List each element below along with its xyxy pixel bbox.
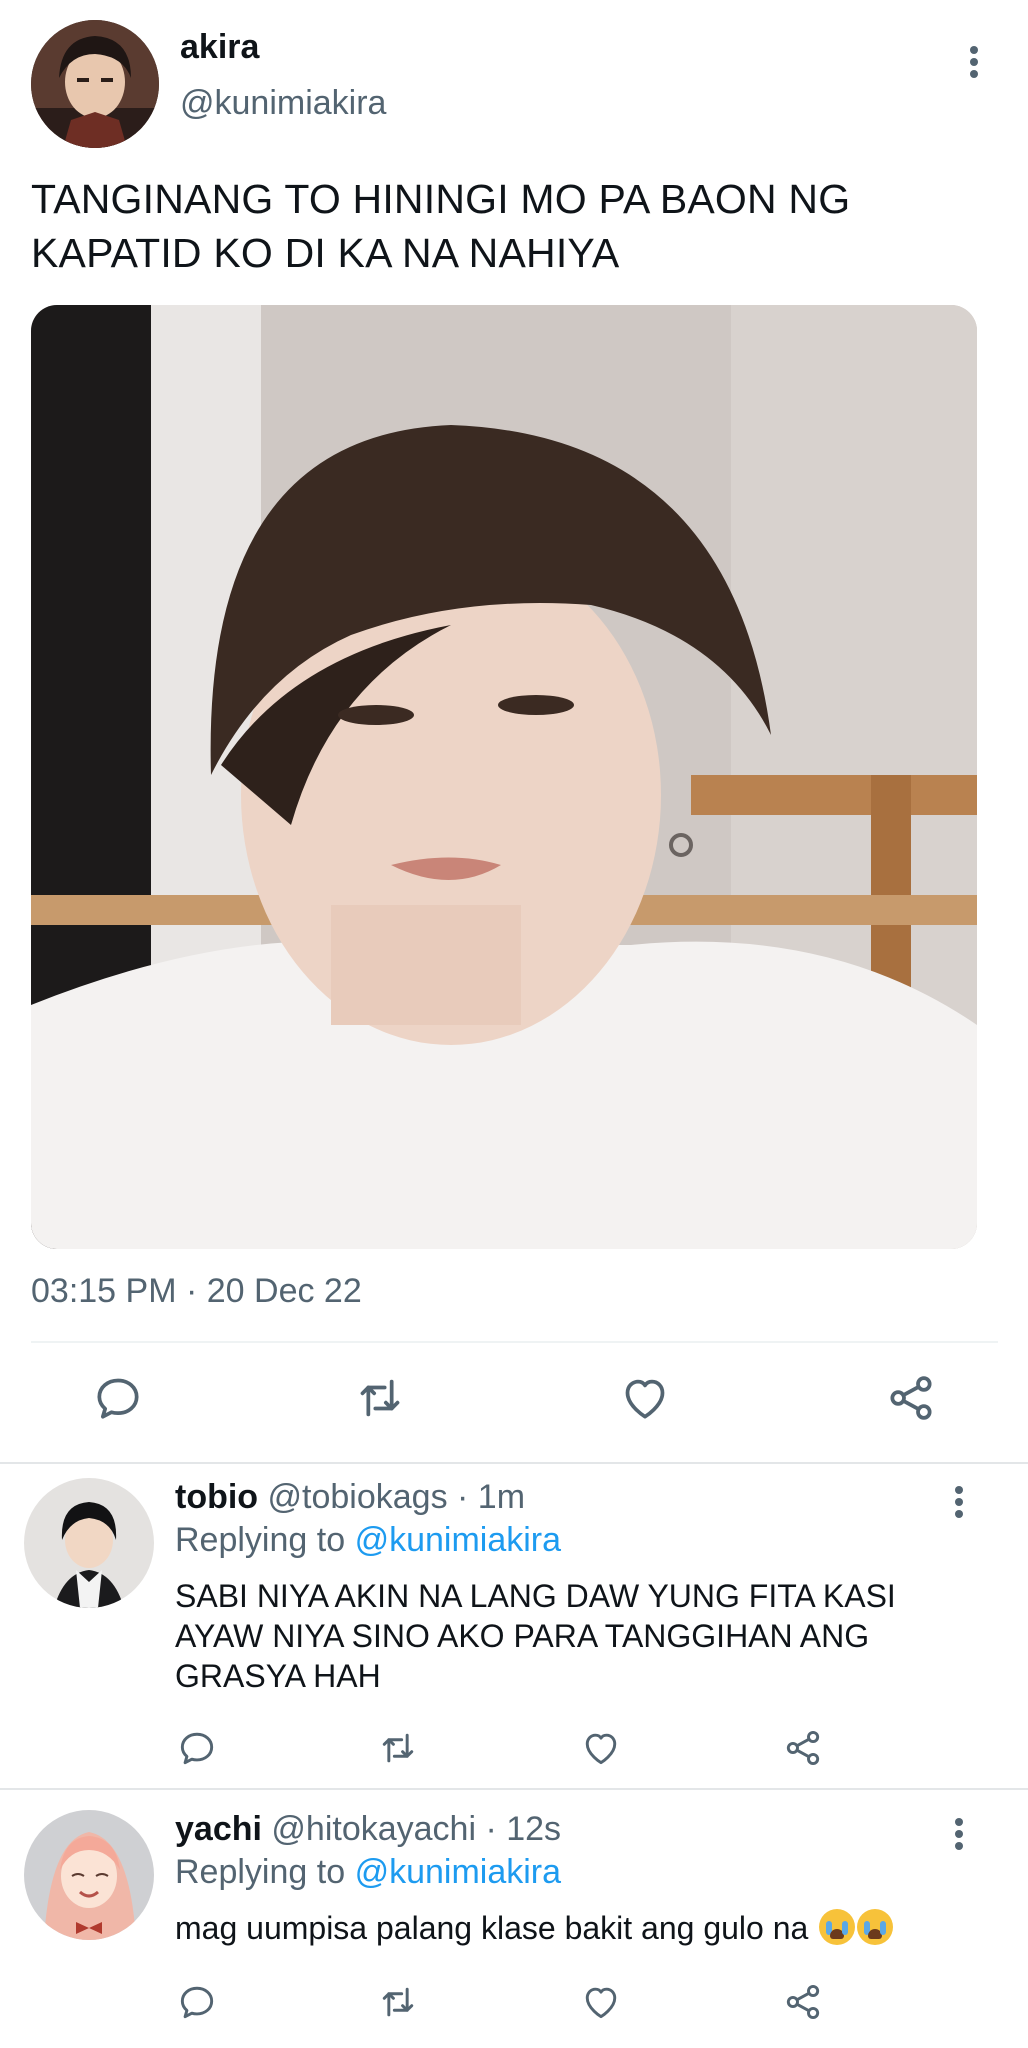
author-handle[interactable]: @kunimiakira <box>180 84 386 123</box>
author-name[interactable]: akira <box>180 28 259 67</box>
loudly-crying-face-emoji <box>857 1909 894 1945</box>
share-icon[interactable] <box>781 1726 825 1770</box>
retweet-icon[interactable] <box>352 1370 408 1426</box>
reply-icon[interactable] <box>175 1726 219 1770</box>
loudly-crying-face-emoji <box>819 1909 856 1945</box>
reply-action-bar <box>0 1980 1028 2026</box>
reply-tweet[interactable]: yachi @hitokayachi · 12s Replying to @ku… <box>0 1790 1028 2048</box>
share-icon[interactable] <box>781 1980 825 2024</box>
mention-link[interactable]: @kunimiakira <box>355 1521 561 1559</box>
tweet-thread-page: akira @kunimiakira TANGINANG TO HININGI … <box>0 0 1028 2048</box>
replying-to-line: Replying to @kunimiakira <box>175 1853 561 1892</box>
share-icon[interactable] <box>883 1370 939 1426</box>
more-options-icon[interactable] <box>952 1818 966 1850</box>
reply-header: yachi @hitokayachi · 12s <box>175 1810 561 1849</box>
reply-text: SABI NIYA AKIN NA LANG DAW YUNG FITA KAS… <box>175 1578 896 1694</box>
reply-handle-time: @hitokayachi · 12s <box>271 1810 562 1848</box>
reply-avatar[interactable] <box>24 1478 154 1608</box>
reply-text-container: mag uumpisa palang klase bakit ang gulo … <box>175 1908 975 1948</box>
retweet-icon[interactable] <box>376 1726 420 1770</box>
reply-author-name[interactable]: tobio <box>175 1478 258 1516</box>
reply-action-bar <box>0 1726 1028 1772</box>
main-tweet: akira @kunimiakira TANGINANG TO HININGI … <box>0 0 1028 1462</box>
reply-avatar[interactable] <box>24 1810 154 1940</box>
replying-to-label: Replying to <box>175 1521 346 1559</box>
like-icon[interactable] <box>579 1726 623 1770</box>
reply-header: tobio @tobiokags · 1m <box>175 1478 525 1517</box>
retweet-icon[interactable] <box>376 1980 420 2024</box>
reply-text: mag uumpisa palang klase bakit ang gulo … <box>175 1910 809 1946</box>
reply-handle-time: @tobiokags · 1m <box>267 1478 526 1516</box>
mention-link[interactable]: @kunimiakira <box>355 1853 561 1891</box>
tweet-text: TANGINANG TO HININGI MO PA BAON NG KAPAT… <box>31 176 851 276</box>
divider <box>31 1341 998 1343</box>
tweet-timestamp: 03:15 PM · 20 Dec 22 <box>31 1272 362 1310</box>
reply-tweet[interactable]: tobio @tobiokags · 1m Replying to @kunim… <box>0 1464 1028 1788</box>
reply-author-name[interactable]: yachi <box>175 1810 262 1848</box>
reply-icon[interactable] <box>175 1980 219 2024</box>
replying-to-line: Replying to @kunimiakira <box>175 1521 561 1560</box>
tweet-action-bar <box>0 1370 1028 1432</box>
replying-to-label: Replying to <box>175 1853 346 1891</box>
author-avatar[interactable] <box>31 20 159 148</box>
reply-icon[interactable] <box>90 1370 146 1426</box>
more-options-icon[interactable] <box>967 46 981 78</box>
like-icon[interactable] <box>579 1980 623 2024</box>
more-options-icon[interactable] <box>952 1486 966 1518</box>
tweet-media-photo[interactable] <box>31 305 977 1249</box>
like-icon[interactable] <box>617 1370 673 1426</box>
